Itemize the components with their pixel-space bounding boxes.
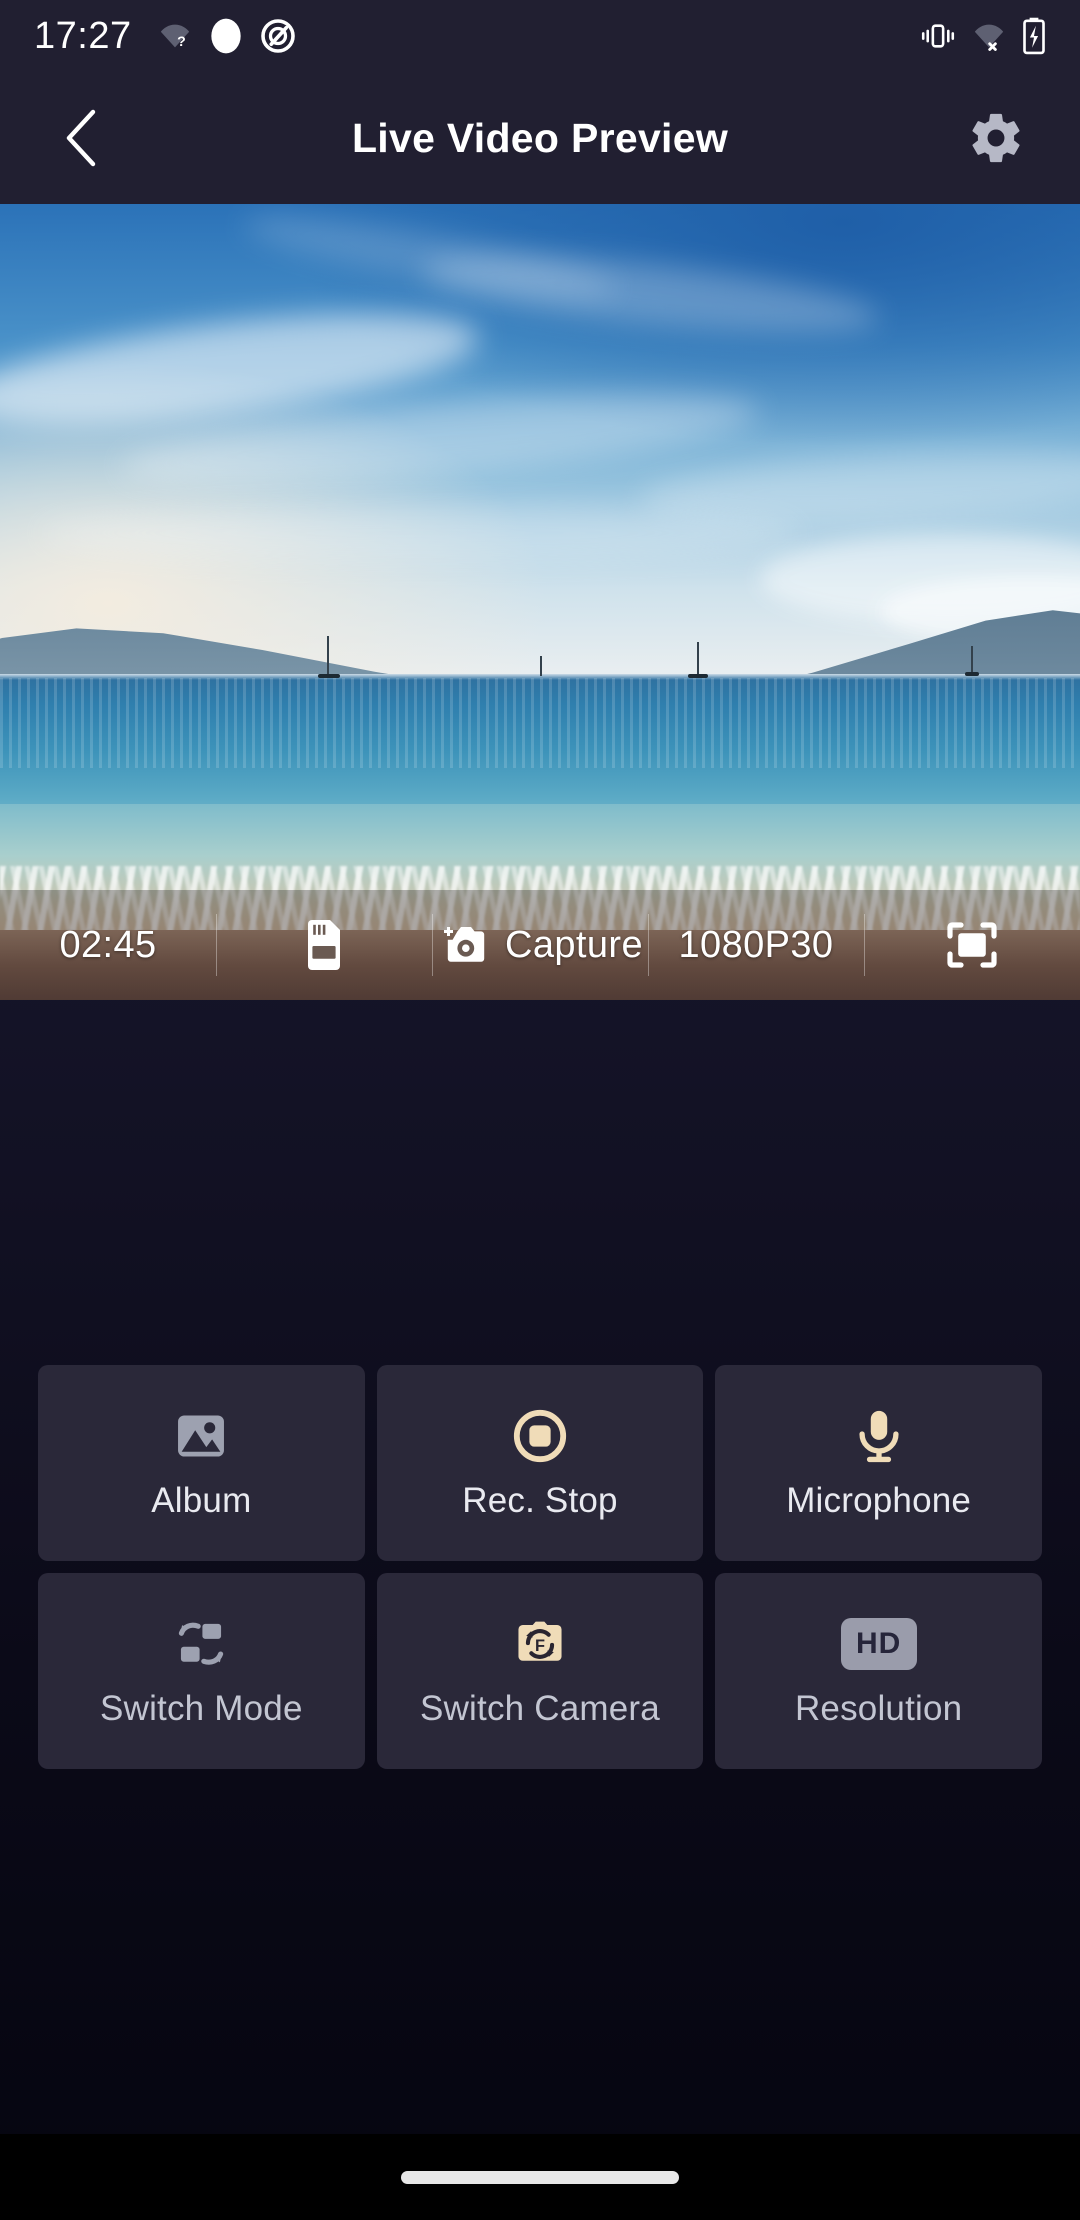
switch-camera-label: Switch Camera (420, 1689, 660, 1728)
system-navigation-bar (0, 2134, 1080, 2220)
resolution-value: 1080P30 (678, 923, 834, 966)
add-photo-camera-icon (444, 927, 485, 962)
switch-mode-label: Switch Mode (100, 1689, 303, 1728)
back-chevron-icon (66, 109, 96, 167)
switch-camera-button[interactable]: F Switch Camera (376, 1573, 704, 1769)
album-label: Album (151, 1481, 252, 1520)
resolution-indicator-cell[interactable]: 1080P30 (648, 908, 864, 982)
wifi-unknown-icon: ? (160, 24, 189, 50)
recording-time-cell: 02:45 (0, 908, 216, 982)
wifi-off-icon (974, 24, 1004, 51)
album-button[interactable]: Album (38, 1365, 365, 1561)
gear-icon (972, 113, 1020, 163)
microphone-icon-wrap (852, 1405, 906, 1467)
resolution-button[interactable]: HD Resolution (715, 1573, 1042, 1769)
page-title: Live Video Preview (351, 114, 729, 161)
app-screen: 17:27 ? Live Video Preview 02:45 Capture… (0, 0, 1080, 2220)
album-icon-wrap (172, 1405, 230, 1467)
live-video-preview[interactable]: 02:45 Capture 1080P30 (0, 204, 1080, 1000)
microphone-icon (859, 1410, 899, 1463)
switch-mode-icon (179, 1622, 224, 1665)
switch-camera-icon-wrap: F (512, 1613, 568, 1675)
rec-stop-label: Rec. Stop (462, 1481, 618, 1520)
do-not-disturb-icon (260, 19, 295, 53)
recording-time: 02:45 (59, 923, 157, 966)
video-overlay-bar: 02:45 Capture 1080P30 (0, 890, 1080, 1000)
sd-card-icon (308, 920, 340, 970)
rec-stop-button[interactable]: Rec. Stop (376, 1365, 704, 1561)
content-spacer-top (0, 1000, 1080, 1365)
content-spacer-bottom (0, 1769, 1080, 2134)
resolution-label: Resolution (794, 1689, 963, 1728)
microphone-button[interactable]: Microphone (715, 1365, 1042, 1561)
capture-label: Capture (505, 923, 643, 966)
back-button[interactable] (46, 103, 116, 173)
status-right-icon-group (920, 17, 1046, 55)
switch-mode-button[interactable]: Switch Mode (38, 1573, 365, 1769)
fullscreen-icon (947, 922, 997, 968)
status-bar: 17:27 ? (0, 0, 1080, 72)
resolution-icon-wrap: HD (840, 1613, 917, 1675)
fullscreen-button[interactable] (864, 908, 1080, 982)
microphone-label: Microphone (786, 1481, 972, 1520)
app-header: Live Video Preview (0, 72, 1080, 204)
vibrate-icon (921, 24, 955, 48)
settings-button[interactable] (958, 100, 1034, 176)
svg-text:?: ? (177, 34, 186, 50)
switch-mode-icon-wrap (173, 1613, 229, 1675)
hd-badge-icon: HD (840, 1618, 917, 1670)
rec-stop-icon-wrap (511, 1405, 569, 1467)
status-left-icon-group: ? (158, 17, 296, 55)
sd-card-cell[interactable] (216, 908, 432, 982)
battery-charging-icon (1023, 17, 1045, 55)
status-clock: 17:27 (34, 15, 132, 57)
video-frame-image (0, 204, 1080, 1000)
capture-button[interactable]: Capture (432, 908, 648, 982)
svg-text:F: F (535, 1637, 545, 1655)
control-button-grid: Album Rec. Stop Microphone Switch Mode F… (38, 1365, 1042, 1769)
image-gallery-icon (178, 1415, 225, 1457)
switch-camera-icon: F (518, 1621, 562, 1661)
circle-indicator-icon (210, 18, 241, 54)
home-indicator[interactable] (401, 2170, 679, 2184)
record-stop-icon (513, 1409, 567, 1463)
